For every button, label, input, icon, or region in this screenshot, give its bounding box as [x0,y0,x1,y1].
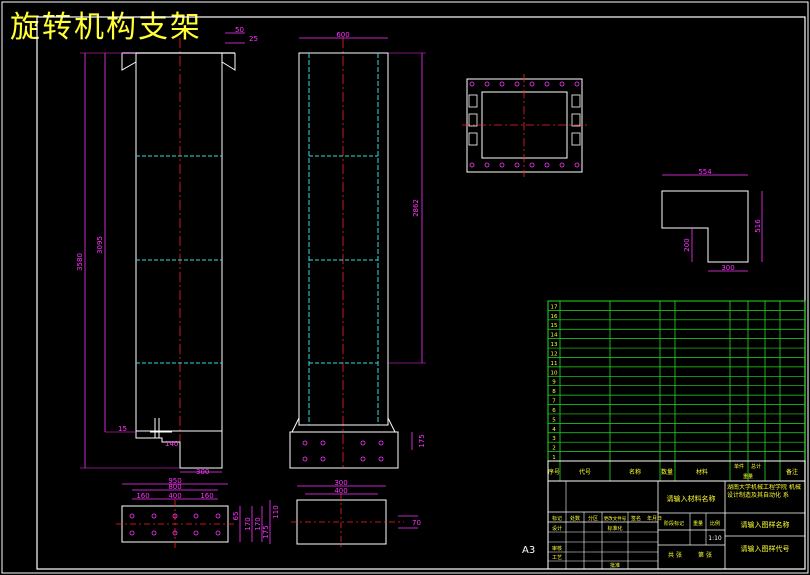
dim-554: 554 [698,168,712,176]
dim-800: 800 [168,483,181,491]
signer-standard: 标准化 [607,525,622,532]
parts-row-number: 13 [551,342,558,348]
side-view: 600 2862 175 [289,31,426,470]
dim-15: 15 [118,425,127,433]
header-total: 总计 [751,463,761,470]
signer-review: 审核 [552,545,562,552]
parts-list: 17 16 15 14 13 12 11 10 9 8 7 6 5 4 3 2 1 [547,300,806,481]
front-column-body [135,52,223,432]
dim-600: 600 [336,31,349,39]
side-base-plate [289,431,399,469]
parts-row-number: 14 [551,333,558,339]
dim-170-b: 170 [254,517,262,530]
front-left-gusset [121,53,137,71]
front-right-gusset [221,53,236,71]
rowlabel-mark: 标记 [552,515,562,522]
dim-mid-300: 300 [334,479,347,487]
drawing-name-placeholder: 请输入图样名称 [741,520,790,529]
parts-list-frame [547,300,806,462]
company-name: 湖南大学机械工程学院 机械设计制造及其自动化 系 [727,484,801,499]
dim-200: 200 [683,238,691,251]
dim-175: 175 [418,434,426,447]
dim-516: 516 [754,219,762,233]
parts-row-number: 4 [552,427,556,433]
scale-label-ratio: 比例 [710,520,720,527]
parts-row-number: 3 [552,436,556,442]
signer-process: 工艺 [552,555,562,561]
bottom-left-view: 950 800 160 400 160 65 170 170 [116,477,263,548]
parts-row-number: 2 [552,446,556,452]
top-bolt-holes [469,81,580,168]
dim-170-a: 170 [244,517,252,530]
front-view: 3580 3095 15 140 300 50 25 [76,26,258,476]
bracket-view: 554 200 300 516 [661,168,763,272]
dim-mid-400: 400 [334,487,347,495]
parts-row-number: 5 [552,417,556,423]
bottom-mid-view: 300 400 70 175 110 [262,479,421,550]
dim-3580: 3580 [76,253,84,271]
dim-mid-175: 175 [262,525,270,538]
parts-list-header: 序号 代号 名称 数量 材料 单件 总计 重量 备注 [547,460,806,482]
rowlabel-zone: 分区 [588,515,598,522]
material-placeholder: 请输入材料名称 [667,494,716,503]
dim-400: 400 [168,492,181,500]
rowlabel-change: 更改文件号 [604,515,627,522]
dim-bracket-300: 300 [721,264,734,272]
front-base [135,431,223,469]
parts-row-number: 17 [551,304,558,310]
sheet-total: 共 张 [668,551,682,559]
rowlabel-sign: 签名 [631,515,641,522]
drawing-code-placeholder: 请输入图样代号 [741,544,790,553]
parts-row-number: 10 [551,370,558,376]
dim-2862: 2862 [412,199,420,217]
dim-300: 300 [196,468,209,476]
dim-70: 70 [412,519,421,527]
header-code: 代号 [579,468,591,476]
dim-50: 50 [235,26,244,34]
cad-drawing: 3580 3095 15 140 300 50 25 600 2862 175 [1,1,809,574]
parts-row-number: 11 [551,361,558,367]
signer-design: 设计 [552,525,562,532]
side-column-body [298,52,389,426]
dim-65: 65 [232,512,240,521]
scale-label-weight: 重量 [693,520,703,527]
rowlabel-date: 年月日 [647,515,662,522]
header-material: 材料 [696,468,708,476]
parts-row-number: 9 [552,380,556,386]
dim-160-left: 160 [136,492,149,500]
top-view [462,74,587,177]
dim-3095: 3095 [96,236,104,254]
header-remark: 备注 [786,468,798,476]
title-block: 请输入材料名称 湖南大学机械工程学院 机械设计制造及其自动化 系 请输入图样名称… [547,480,806,570]
dim-140: 140 [165,440,178,448]
dim-110: 110 [272,505,280,518]
parts-row-number: 1 [552,455,556,461]
parts-row-number: 8 [552,389,556,395]
parts-row-number: 15 [551,323,558,329]
dim-160-right: 160 [200,492,213,500]
header-name: 名称 [629,468,641,476]
parts-row-number: 16 [551,314,558,320]
front-lifting-lug [150,418,172,438]
signer-approve: 批准 [610,562,620,569]
bracket-outline [661,190,749,263]
parts-row-number: 6 [552,408,556,414]
dim-25: 25 [249,35,258,43]
rowlabel-count: 处数 [570,515,580,522]
header-seq: 序号 [548,468,560,476]
sheet-size-mark: A3 [522,545,535,556]
outer-frame [1,1,809,574]
sheet-number: 第 张 [698,551,712,559]
scale-label-stage: 阶段标记 [664,520,684,527]
inner-frame [36,16,806,570]
header-qty: 数量 [661,468,673,476]
header-weight: 重量 [743,473,753,480]
header-unit: 单件 [734,463,744,470]
parts-row-number: 12 [551,351,558,357]
top-side-lugs [468,94,581,146]
parts-row-number: 7 [552,399,556,405]
scale-ratio: 1:10 [708,535,722,542]
